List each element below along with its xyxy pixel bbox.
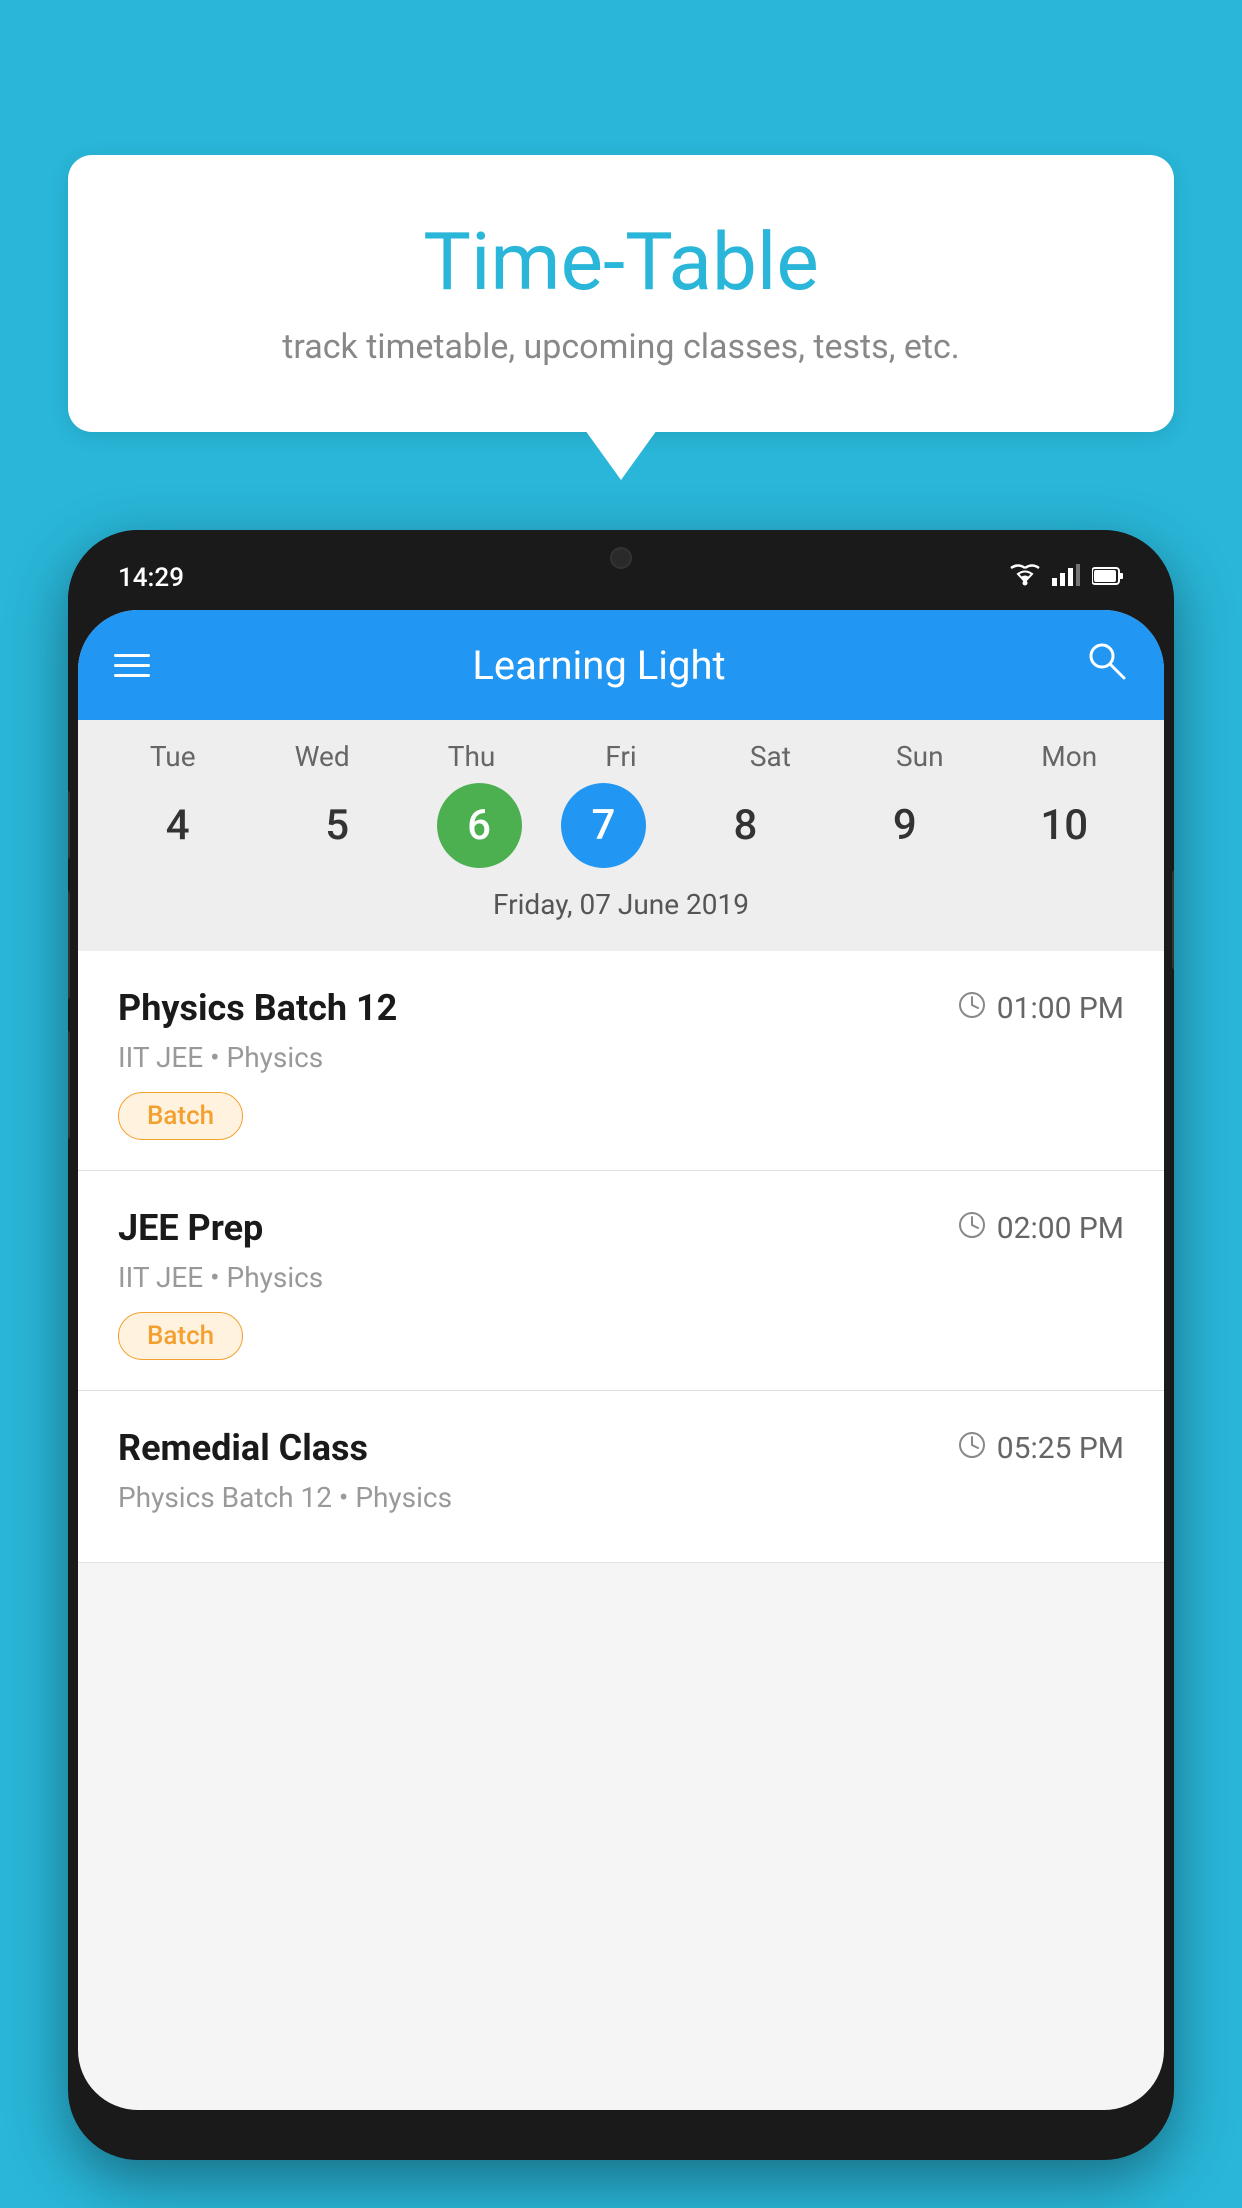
- day-header-wed: Wed: [262, 740, 382, 773]
- speech-bubble-container: Time-Table track timetable, upcoming cla…: [68, 155, 1174, 432]
- wifi-icon: [1010, 564, 1040, 592]
- silent-button: [68, 790, 70, 860]
- schedule-item-3-header: Remedial Class 05:25 PM: [118, 1427, 1124, 1469]
- schedule-item-1[interactable]: Physics Batch 12 01:00 PM: [78, 951, 1164, 1171]
- time-text-1: 01:00 PM: [997, 991, 1124, 1026]
- bubble-title: Time-Table: [118, 215, 1124, 309]
- battery-icon: [1092, 564, 1124, 592]
- day-header-tue: Tue: [113, 740, 233, 773]
- app-title: Learning Light: [114, 642, 1084, 689]
- signal-icon: [1052, 564, 1080, 592]
- day-header-thu: Thu: [412, 740, 532, 773]
- batch-tag-1: Batch: [118, 1092, 243, 1140]
- schedule-item-2-header: JEE Prep 02:00 PM: [118, 1207, 1124, 1249]
- phone-frame: 14:29: [68, 530, 1174, 2160]
- front-camera: [610, 547, 632, 569]
- schedule-item-2[interactable]: JEE Prep 02:00 PM: [78, 1171, 1164, 1391]
- day-headers: Tue Wed Thu Fri Sat Sun Mon: [78, 740, 1164, 773]
- schedule-title-1: Physics Batch 12: [118, 987, 397, 1029]
- time-text-2: 02:00 PM: [997, 1211, 1124, 1246]
- search-icon[interactable]: [1084, 638, 1128, 692]
- notch: [531, 530, 711, 585]
- app-header: Learning Light: [78, 610, 1164, 720]
- volume-up-button: [68, 890, 70, 1000]
- day-numbers: 4 5 6 7 8 9 10: [78, 783, 1164, 868]
- day-9[interactable]: 9: [845, 783, 965, 868]
- schedule-item-3[interactable]: Remedial Class 05:25 PM: [78, 1391, 1164, 1563]
- day-4[interactable]: 4: [118, 783, 238, 868]
- calendar-strip: Tue Wed Thu Fri Sat Sun Mon 4 5 6 7 8 9 …: [78, 720, 1164, 951]
- day-10[interactable]: 10: [1004, 783, 1124, 868]
- power-button: [1172, 870, 1174, 970]
- clock-icon-3: [957, 1430, 987, 1467]
- day-6-today[interactable]: 6: [437, 783, 522, 868]
- phone-container: 14:29: [68, 530, 1174, 2208]
- schedule-meta-1: IIT JEE • Physics: [118, 1041, 1124, 1074]
- clock-icon-1: [957, 990, 987, 1027]
- speech-bubble: Time-Table track timetable, upcoming cla…: [68, 155, 1174, 432]
- status-bar: 14:29: [68, 530, 1174, 610]
- bubble-subtitle: track timetable, upcoming classes, tests…: [118, 327, 1124, 367]
- schedule-title-3: Remedial Class: [118, 1427, 368, 1469]
- selected-date-label: Friday, 07 June 2019: [78, 878, 1164, 941]
- day-7-selected[interactable]: 7: [561, 783, 646, 868]
- schedule-time-2: 02:00 PM: [957, 1210, 1124, 1247]
- schedule-time-1: 01:00 PM: [957, 990, 1124, 1027]
- volume-down-button: [68, 1030, 70, 1140]
- clock-icon-2: [957, 1210, 987, 1247]
- day-header-mon: Mon: [1009, 740, 1129, 773]
- schedule-time-3: 05:25 PM: [957, 1430, 1124, 1467]
- status-icons: [1010, 564, 1124, 592]
- day-header-sat: Sat: [710, 740, 830, 773]
- batch-tag-2: Batch: [118, 1312, 243, 1360]
- schedule-meta-3: Physics Batch 12 • Physics: [118, 1481, 1124, 1514]
- day-5[interactable]: 5: [277, 783, 397, 868]
- schedule-title-2: JEE Prep: [118, 1207, 263, 1249]
- status-time: 14:29: [118, 563, 184, 593]
- schedule-meta-2: IIT JEE • Physics: [118, 1261, 1124, 1294]
- schedule-list: Physics Batch 12 01:00 PM: [78, 951, 1164, 1563]
- time-text-3: 05:25 PM: [997, 1431, 1124, 1466]
- day-8[interactable]: 8: [685, 783, 805, 868]
- phone-screen: Learning Light Tue Wed Thu Fri Sat Sun: [78, 610, 1164, 2110]
- day-header-fri: Fri: [561, 740, 681, 773]
- day-header-sun: Sun: [860, 740, 980, 773]
- schedule-item-1-header: Physics Batch 12 01:00 PM: [118, 987, 1124, 1029]
